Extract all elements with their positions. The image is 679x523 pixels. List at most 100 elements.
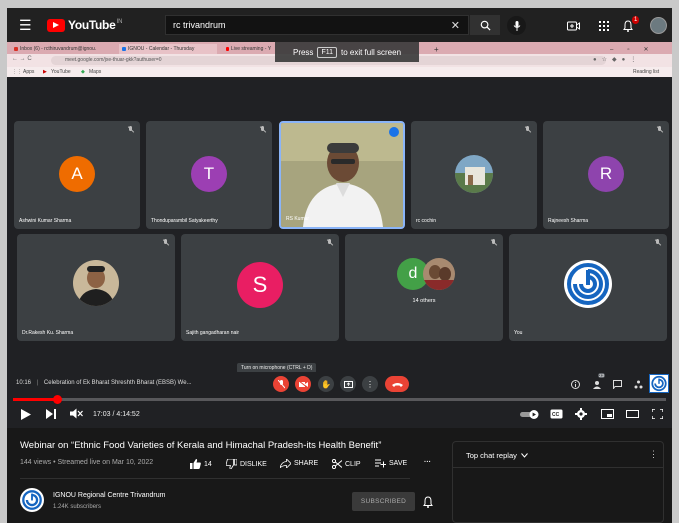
chat-header: Top chat replay ⋮ — [453, 442, 663, 468]
search-button[interactable] — [470, 15, 500, 35]
player-controls: 17:03 / 4:14:52 CC — [7, 403, 672, 428]
participant-name: You — [514, 330, 523, 336]
meeting-info-icon[interactable] — [570, 379, 580, 389]
meeting-title: Celebration of Ek Bharat Shreshth Bharat… — [43, 380, 192, 386]
participant-avatar: S — [237, 262, 283, 308]
participant-name: Rajneesh Sharma — [548, 218, 589, 224]
more-options-button[interactable]: ⋮ — [362, 376, 378, 392]
participant-name: rc cochin — [416, 218, 437, 224]
search-query: rc trivandrum — [173, 20, 226, 30]
apps-grid-icon: ⋮⋮ — [12, 69, 22, 75]
meeting-details: 10:16 | Celebration of Ek Bharat Shresht… — [16, 380, 192, 386]
hamburger-menu-icon[interactable]: ☰ — [19, 17, 35, 34]
hand-icon: ✋ — [321, 379, 331, 389]
notification-count-badge: 1 — [632, 16, 640, 24]
theater-mode-button[interactable] — [626, 410, 639, 418]
meeting-time: 10:16 — [16, 380, 32, 386]
hang-up-icon — [391, 382, 403, 387]
scissors-icon — [332, 459, 342, 469]
dislike-label: DISLIKE — [240, 460, 267, 468]
fullscreen-tip-post: to exit full screen — [340, 47, 402, 57]
next-button[interactable] — [46, 409, 56, 419]
progress-fill — [13, 398, 57, 401]
browser-tab: Live streaming - YouTube — [223, 44, 271, 54]
notification-bell-icon[interactable] — [423, 495, 433, 513]
fullscreen-button[interactable] — [652, 409, 663, 419]
chat-icon[interactable] — [612, 379, 622, 389]
svg-text:CC: CC — [552, 412, 560, 418]
participant-tile: S Sajith gangadharan nair — [181, 234, 339, 341]
people-icon[interactable] — [592, 379, 602, 389]
bookmark-apps: Apps — [23, 69, 35, 75]
divider — [20, 478, 410, 479]
others-count-label: 14 others — [412, 298, 436, 304]
new-tab-icon: + — [434, 44, 439, 54]
present-button[interactable] — [340, 376, 356, 392]
muted-mic-icon — [327, 239, 333, 246]
participant-name: Thonduparambil Satyakeerthy — [151, 218, 218, 224]
participant-tile: T Thonduparambil Satyakeerthy — [146, 121, 272, 229]
play-button[interactable] — [21, 409, 31, 420]
autoplay-toggle[interactable] — [520, 410, 540, 419]
apps-grid-icon[interactable] — [596, 18, 611, 33]
muted-mic-icon — [491, 239, 497, 246]
others-tile[interactable]: d 14 others — [345, 234, 503, 341]
like-button[interactable]: 14 — [190, 459, 212, 469]
youtube-logo[interactable]: YouTube IN — [47, 18, 122, 32]
chevron-down-icon — [521, 453, 528, 458]
miniplayer-icon — [601, 409, 614, 419]
gear-icon — [575, 408, 587, 420]
autoplay-toggle-icon — [520, 410, 539, 419]
chat-mode-dropdown[interactable]: Top chat replay — [466, 451, 528, 460]
search-input[interactable]: rc trivandrum ✕ — [165, 15, 469, 35]
participant-photo-avatar — [73, 260, 119, 306]
settings-button[interactable] — [575, 408, 587, 420]
mic-toggle-button[interactable] — [273, 376, 289, 392]
thumbs-up-icon — [190, 459, 201, 469]
camera-toggle-button[interactable] — [295, 376, 311, 392]
account-avatar[interactable] — [650, 17, 667, 34]
miniplayer-button[interactable] — [601, 409, 614, 419]
dislike-button[interactable]: DISLIKE — [226, 459, 267, 469]
create-video-icon[interactable] — [566, 18, 581, 33]
chat-more-icon[interactable]: ⋮ — [649, 449, 658, 460]
present-screen-icon — [343, 380, 353, 388]
volume-muted-icon — [70, 408, 83, 419]
save-button[interactable]: SAVE — [375, 459, 407, 468]
participant-tile: rc cochin — [411, 121, 537, 229]
url-text: meet.google.com/jxe-thuar-gkk?authuser=0 — [65, 57, 162, 63]
mute-button[interactable] — [70, 408, 83, 419]
clip-button[interactable]: CLIP — [332, 459, 361, 469]
participant-avatar: T — [191, 156, 227, 192]
participant-photo-avatar — [455, 155, 493, 193]
reading-list: Reading list — [633, 69, 660, 75]
more-actions-button[interactable]: ··· — [424, 459, 431, 466]
clear-search-icon[interactable]: ✕ — [451, 19, 460, 32]
fullscreen-tip-pre: Press — [292, 47, 314, 57]
share-button[interactable]: SHARE — [280, 459, 318, 468]
video-title: Webinar on “Ethnic Food Varieties of Ker… — [20, 440, 382, 451]
ignou-logo-icon — [22, 490, 42, 510]
closed-captions-icon: CC — [550, 409, 563, 419]
fullscreen-icon — [652, 409, 663, 419]
youtube-logo-region: IN — [116, 19, 123, 25]
muted-mic-icon — [260, 126, 266, 133]
camera-off-icon — [298, 380, 308, 388]
subtitles-button[interactable]: CC — [550, 409, 563, 419]
fullscreen-tip-key: F11 — [317, 46, 337, 58]
channel-name[interactable]: IGNOU Regional Centre Trivandrum — [53, 492, 165, 499]
activities-icon[interactable] — [633, 379, 643, 389]
channel-avatar[interactable] — [20, 488, 44, 512]
participant-tile: R Rajneesh Sharma — [543, 121, 669, 229]
subscribed-button[interactable]: SUBSCRIBED — [352, 492, 415, 511]
voice-search-button[interactable] — [507, 16, 526, 35]
video-player[interactable]: Inbox (6) - rcthiruvandrum@ignou. IGNOU … — [7, 42, 672, 428]
video-details: Webinar on “Ethnic Food Varieties of Ker… — [7, 428, 672, 523]
playlist-add-icon — [375, 459, 386, 468]
microphone-icon — [513, 20, 520, 31]
captured-bookmarks-bar: ⋮⋮ Apps ▶ YouTube ◆ Maps Reading list — [7, 67, 672, 77]
progress-bar[interactable] — [13, 395, 666, 404]
speaking-indicator-icon — [389, 127, 399, 137]
leave-call-button[interactable] — [385, 376, 409, 392]
raise-hand-button[interactable]: ✋ — [318, 376, 334, 392]
